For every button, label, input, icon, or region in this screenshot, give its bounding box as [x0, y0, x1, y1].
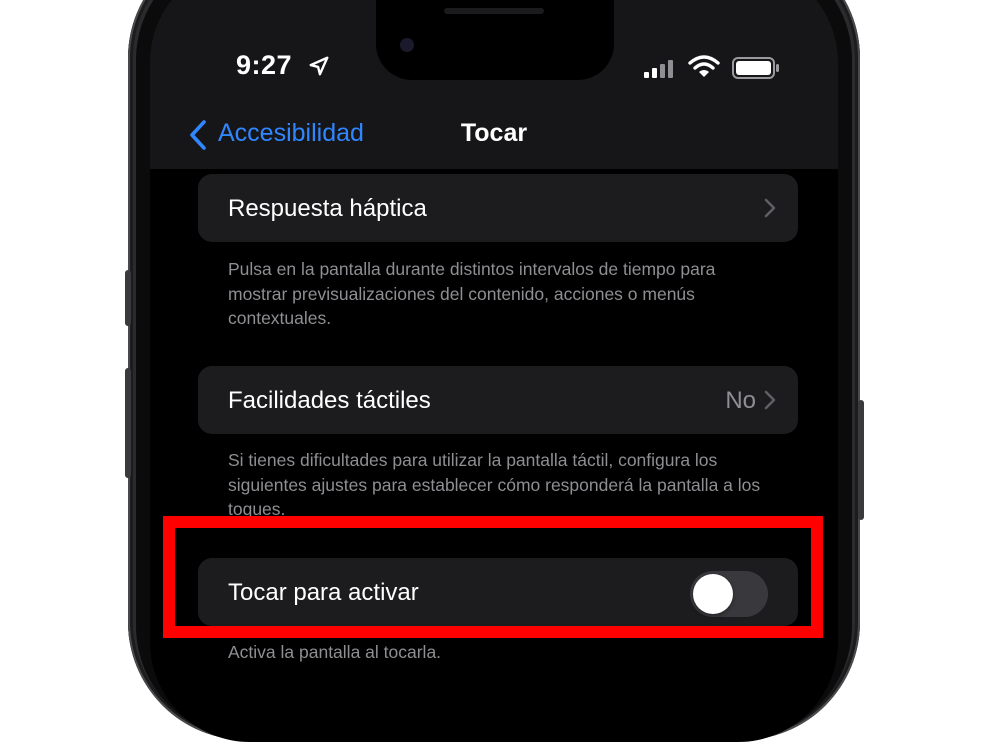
- power-button: [858, 400, 864, 520]
- touch-accommodations-value: No: [725, 387, 756, 414]
- tap-to-wake-footer: Activa la pantalla al tocarla.: [228, 642, 442, 662]
- volume-down-button: [125, 368, 131, 478]
- haptic-touch-label: Respuesta háptica: [228, 195, 427, 222]
- highlight-annotation: [163, 516, 823, 638]
- chevron-right-icon: [764, 198, 776, 218]
- speaker-grille: [444, 8, 544, 14]
- front-camera: [400, 38, 414, 52]
- touch-accommodations-cell[interactable]: Facilidades táctiles No: [198, 366, 798, 434]
- page-title: Tocar: [460, 119, 528, 147]
- chevron-right-icon: [764, 390, 776, 410]
- location-icon: [309, 56, 329, 76]
- battery-icon: [732, 57, 779, 79]
- touch-accommodations-label: Facilidades táctiles: [228, 387, 431, 414]
- status-time: 9:27: [236, 50, 293, 80]
- wifi-icon: [688, 55, 720, 77]
- haptic-touch-footer: Pulsa en la pantalla durante distintos i…: [228, 259, 716, 328]
- haptic-touch-cell[interactable]: Respuesta háptica: [198, 174, 798, 242]
- touch-accommodations-footer: Si tienes dificultades para utilizar la …: [228, 450, 761, 519]
- signal-icon: [644, 60, 673, 78]
- volume-up-button: [125, 270, 131, 326]
